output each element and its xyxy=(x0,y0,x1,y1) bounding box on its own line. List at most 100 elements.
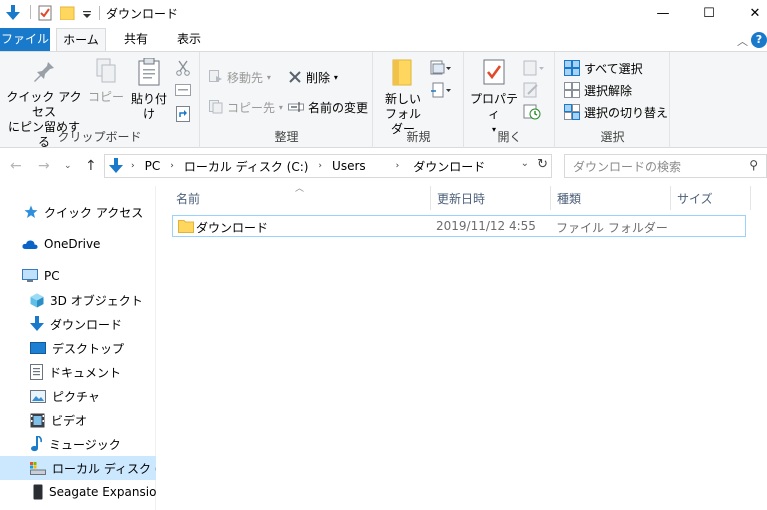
rename-button[interactable]: 名前の変更 xyxy=(288,97,368,117)
column-header-size[interactable]: サイズ xyxy=(671,186,751,210)
delete-button[interactable]: 削除 ▾ xyxy=(288,67,338,87)
select-all-button[interactable]: すべて選択 xyxy=(564,58,643,78)
sidebar-item-documents[interactable]: ドキュメント xyxy=(0,360,156,384)
tab-view[interactable]: 表示 xyxy=(166,28,212,51)
move-to-button[interactable]: 移動先 ▾ xyxy=(209,67,271,87)
ribbon-tabs: ファイル ホーム 共有 表示 ︿ ? xyxy=(0,28,767,52)
star-icon xyxy=(24,205,38,219)
back-arrow-icon[interactable]: ← xyxy=(10,158,22,174)
maximize-button[interactable]: ☐ xyxy=(686,0,732,26)
close-button[interactable]: ✕ xyxy=(732,0,767,26)
window-title: ダウンロード xyxy=(106,7,179,21)
easy-access-icon[interactable] xyxy=(430,82,452,98)
search-box[interactable]: ダウンロードの検索 ⚲ xyxy=(564,154,767,178)
sidebar-item-local-disk[interactable]: ローカル ディスク (C:) xyxy=(0,456,156,480)
download-arrow-icon xyxy=(109,158,123,174)
copy-path-icon[interactable] xyxy=(175,84,191,96)
navigation-bar: ← → ⌄ ↑ › PC › ローカル ディスク (C:) › Users › … xyxy=(0,154,767,180)
properties-check-icon xyxy=(482,58,506,86)
sidebar-item-downloads[interactable]: ダウンロード xyxy=(0,312,156,336)
download-arrow-icon xyxy=(30,316,44,332)
navigation-pane: クイック アクセス OneDrive PC 3D オブジェクト ダウンロード デ… xyxy=(0,186,156,510)
file-row[interactable]: ダウンロード 2019/11/12 4:55 ファイル フォルダー xyxy=(172,215,746,237)
sidebar-item-3d-objects[interactable]: 3D オブジェクト xyxy=(0,288,156,312)
cube-icon xyxy=(30,293,44,308)
move-to-icon xyxy=(209,70,223,84)
breadcrumb-separator-icon: › xyxy=(170,161,174,171)
open-icon[interactable] xyxy=(523,60,545,76)
music-note-icon xyxy=(30,435,43,452)
invert-selection-button[interactable]: 選択の切り替え xyxy=(564,102,668,122)
title-bar: ダウンロード — ☐ ✕ xyxy=(0,0,767,26)
clipboard-group: クイック アクセス にピン留めする コピー 貼り付け クリップボード xyxy=(0,52,200,149)
download-arrow-icon[interactable] xyxy=(6,5,20,21)
clipboard-paste-icon xyxy=(137,57,161,86)
minimize-button[interactable]: — xyxy=(640,0,686,26)
breadcrumb-separator-icon: › xyxy=(131,161,135,171)
search-icon[interactable]: ⚲ xyxy=(749,158,758,172)
cloud-icon xyxy=(22,239,38,250)
up-arrow-icon[interactable]: ↑ xyxy=(85,158,97,174)
select-all-icon xyxy=(564,60,580,76)
edit-icon[interactable] xyxy=(523,82,539,98)
new-folder-icon[interactable] xyxy=(59,6,76,21)
history-icon[interactable] xyxy=(523,104,541,120)
recent-locations-chevron-icon[interactable]: ⌄ xyxy=(64,161,72,171)
video-icon xyxy=(30,413,45,428)
breadcrumb-downloads[interactable]: ダウンロード xyxy=(413,158,485,175)
open-group-label: 開く xyxy=(497,130,522,144)
sidebar-item-pictures[interactable]: ピクチャ xyxy=(0,384,156,408)
sidebar-item-external-drive[interactable]: Seagate Expansion Drive (D:) xyxy=(0,480,156,504)
breadcrumb-users[interactable]: Users xyxy=(332,159,366,173)
column-header-name[interactable]: 名前 xyxy=(170,186,430,210)
sidebar-item-quick-access[interactable]: クイック アクセス xyxy=(0,200,156,224)
new-item-icon[interactable] xyxy=(430,60,452,76)
computer-icon xyxy=(22,269,38,283)
breadcrumb-separator-icon: › xyxy=(318,161,323,171)
copy-icon xyxy=(94,58,118,84)
copy-to-button[interactable]: コピー先 ▾ xyxy=(209,97,283,117)
breadcrumb-separator-icon: › xyxy=(395,161,400,171)
address-bar[interactable]: › PC › ローカル ディスク (C:) › Users › ダウンロード ⌄… xyxy=(104,154,552,178)
paste-shortcut-icon[interactable] xyxy=(176,106,190,122)
drive-icon xyxy=(30,461,46,475)
forward-arrow-icon[interactable]: → xyxy=(38,158,50,174)
open-group: プロパティ ▾ 開く xyxy=(465,52,555,148)
column-header-modified[interactable]: 更新日時 xyxy=(431,186,550,210)
document-icon xyxy=(30,364,43,380)
cut-icon[interactable] xyxy=(176,60,190,76)
select-none-icon xyxy=(564,82,580,98)
help-button[interactable]: ? xyxy=(751,32,767,48)
new-folder-button[interactable]: 新しい フォルダー xyxy=(380,58,426,137)
sidebar-item-pc[interactable]: PC xyxy=(0,264,156,288)
sidebar-item-onedrive[interactable]: OneDrive xyxy=(0,232,156,256)
pin-icon xyxy=(32,58,56,84)
customize-toolbar-dropdown-icon[interactable] xyxy=(82,8,92,18)
tab-share[interactable]: 共有 xyxy=(112,28,160,51)
column-header-type[interactable]: 種類 xyxy=(551,186,670,210)
copy-button[interactable]: コピー xyxy=(88,58,124,105)
copy-to-icon xyxy=(209,100,223,114)
folder-icon xyxy=(392,58,414,86)
invert-selection-icon xyxy=(564,104,580,120)
tab-home[interactable]: ホーム xyxy=(56,28,106,52)
expand-ribbon-icon[interactable]: ︿ xyxy=(737,33,748,49)
select-none-button[interactable]: 選択解除 xyxy=(564,80,632,100)
address-dropdown-chevron-icon[interactable]: ⌄ xyxy=(521,158,529,169)
breadcrumb-local-disk[interactable]: ローカル ディスク (C:) xyxy=(184,158,309,175)
sidebar-item-music[interactable]: ミュージック xyxy=(0,432,156,456)
sidebar-item-desktop[interactable]: デスクトップ xyxy=(0,336,156,360)
organize-group: 移動先 ▾ コピー先 ▾ 削除 ▾ 名前の変更 整理 xyxy=(201,52,373,148)
paste-button[interactable]: 貼り付け xyxy=(126,57,172,122)
external-drive-icon xyxy=(33,484,43,500)
search-placeholder: ダウンロードの検索 xyxy=(573,159,682,174)
properties-check-icon[interactable] xyxy=(38,5,52,21)
tab-file[interactable]: ファイル xyxy=(0,28,50,51)
refresh-icon[interactable]: ↻ xyxy=(537,157,548,172)
file-modified: 2019/11/12 4:55 xyxy=(436,219,536,233)
properties-button[interactable]: プロパティ ▾ xyxy=(469,58,519,137)
sidebar-item-videos[interactable]: ビデオ xyxy=(0,408,156,432)
desktop-icon xyxy=(30,342,46,354)
picture-icon xyxy=(30,389,46,403)
breadcrumb-pc[interactable]: PC xyxy=(145,159,161,173)
